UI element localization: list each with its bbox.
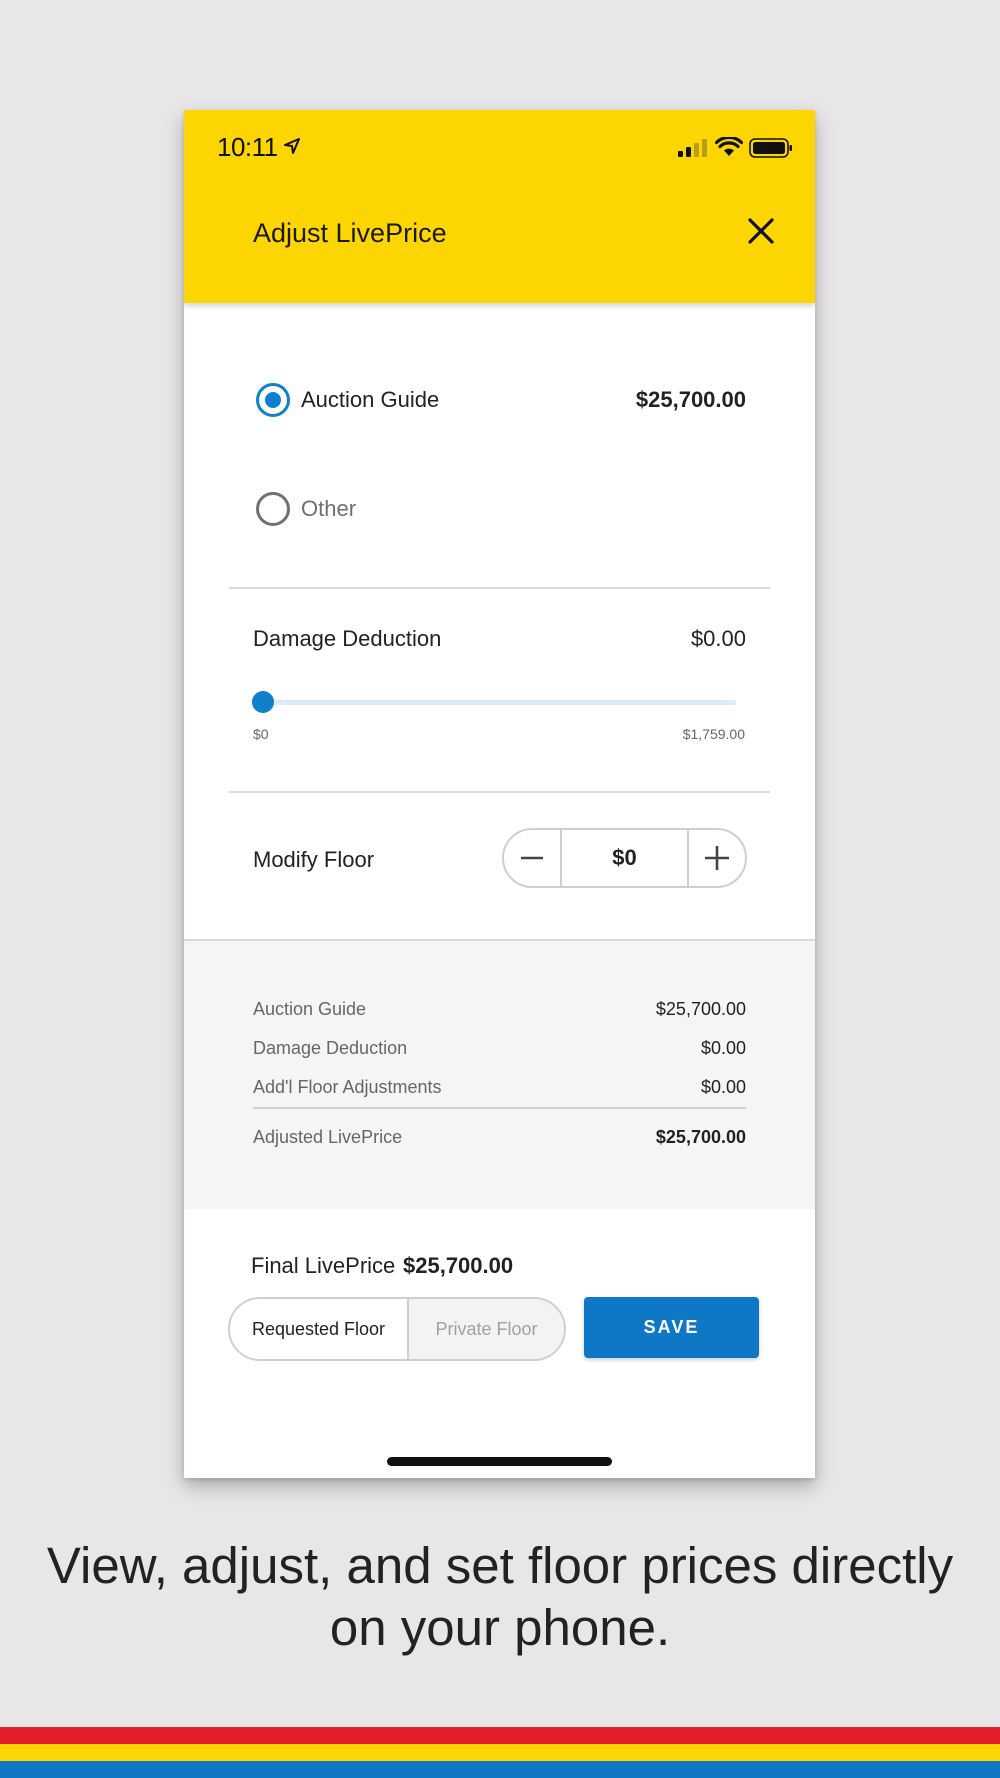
damage-slider-thumb[interactable] <box>252 691 274 713</box>
minus-icon <box>521 856 543 860</box>
auction-guide-amount: $25,700.00 <box>635 387 746 412</box>
radio-unselected-indicator[interactable] <box>256 492 290 526</box>
app-header: 10:11 Adjust LivePrice <box>184 110 815 303</box>
floor-type-toggle: Requested Floor Private Floor <box>228 1297 566 1361</box>
signal-icon <box>678 139 707 157</box>
damage-slider-track[interactable] <box>262 700 736 705</box>
private-floor-option[interactable]: Private Floor <box>407 1299 564 1359</box>
slider-min-label: $0 <box>253 726 269 742</box>
summary-divider <box>253 1107 746 1109</box>
summary-label: Damage Deduction <box>253 1038 408 1058</box>
increment-button[interactable] <box>689 830 745 886</box>
damage-deduction-value: $0.00 <box>690 626 746 651</box>
decrement-button[interactable] <box>504 830 560 886</box>
save-button[interactable]: SAVE <box>584 1297 759 1358</box>
status-time: 10:11 <box>217 132 278 162</box>
floor-stepper: $0 <box>502 828 747 888</box>
summary-label: Auction Guide <box>253 999 367 1019</box>
radio-label: Auction Guide <box>301 387 440 412</box>
summary-label: Add'l Floor Adjustments <box>253 1077 442 1097</box>
brand-stripe-blue <box>0 1761 1000 1778</box>
phone-screen: 10:11 Adjust LivePrice Auction Guide $25… <box>184 110 815 1478</box>
brand-stripe-yellow <box>0 1744 1000 1761</box>
floor-value[interactable]: $0 <box>562 845 687 871</box>
page-title: Adjust LivePrice <box>253 218 447 248</box>
final-liveprice-label: Final LivePrice <box>251 1253 396 1278</box>
home-indicator <box>387 1457 612 1466</box>
close-icon[interactable] <box>748 218 774 244</box>
adjusted-liveprice-label: Adjusted LivePrice <box>253 1127 403 1147</box>
brand-stripe-red <box>0 1727 1000 1744</box>
summary-value: $0.00 <box>700 1077 746 1097</box>
section-divider <box>229 791 770 793</box>
slider-max-label: $1,759.00 <box>682 726 745 742</box>
wifi-icon <box>715 137 743 156</box>
radio-auction-guide[interactable]: Auction Guide $25,700.00 <box>256 380 746 420</box>
final-liveprice-value: $25,700.00 <box>403 1253 514 1278</box>
modify-floor-label: Modify Floor <box>253 847 375 872</box>
summary-value: $25,700.00 <box>655 999 746 1019</box>
summary-value: $0.00 <box>700 1038 746 1058</box>
adjusted-liveprice-value: $25,700.00 <box>655 1127 746 1147</box>
damage-deduction-label: Damage Deduction <box>253 626 442 651</box>
location-arrow-icon <box>284 138 300 154</box>
plus-icon <box>705 846 729 870</box>
section-divider <box>229 587 770 589</box>
battery-icon <box>749 138 792 158</box>
price-summary: Auction Guide $25,700.00 Damage Deductio… <box>184 939 815 1209</box>
radio-label: Other <box>301 496 357 521</box>
marketing-caption: View, adjust, and set floor prices direc… <box>46 1537 954 1656</box>
requested-floor-option[interactable]: Requested Floor <box>230 1299 407 1359</box>
radio-selected-indicator[interactable] <box>256 383 290 417</box>
radio-other[interactable]: Other <box>256 489 746 529</box>
